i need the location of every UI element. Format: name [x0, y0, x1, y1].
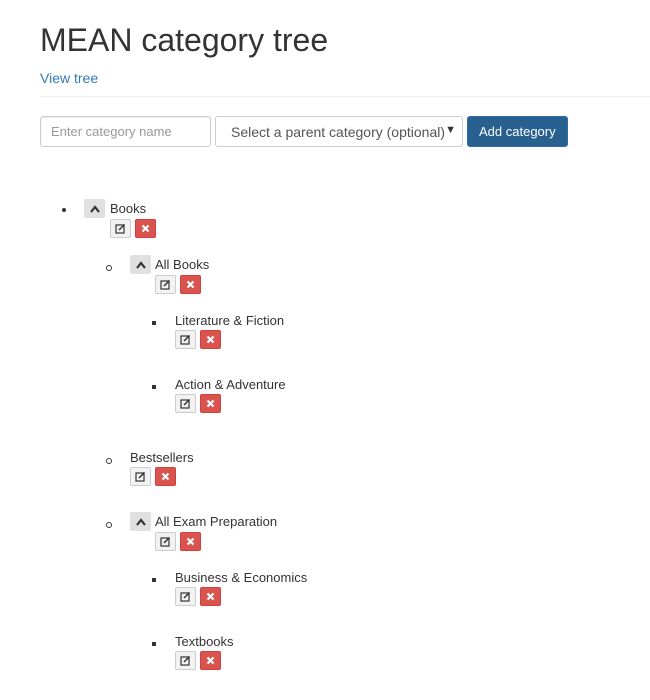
node-actions-textbooks: [175, 651, 221, 670]
edit-button[interactable]: [175, 394, 196, 413]
header-divider: [40, 96, 650, 97]
list-bullet: [152, 642, 156, 646]
list-bullet: [106, 265, 112, 271]
parent-category-select-value: Select a parent category (optional): [231, 123, 446, 140]
edit-button[interactable]: [130, 467, 151, 486]
delete-x-icon: [186, 280, 195, 289]
delete-x-icon: [206, 592, 215, 601]
collapse-button-all-books[interactable]: [130, 255, 151, 274]
edit-icon: [160, 279, 171, 290]
parent-category-select[interactable]: Select a parent category (optional) ▼: [215, 116, 463, 147]
list-bullet: [106, 522, 112, 528]
edit-icon: [115, 223, 126, 234]
edit-button[interactable]: [175, 587, 196, 606]
list-bullet: [106, 458, 112, 464]
list-bullet: [152, 321, 156, 325]
delete-x-icon: [206, 399, 215, 408]
node-actions-books: [110, 219, 156, 238]
collapse-button-books[interactable]: [84, 199, 105, 218]
node-label-textbooks: Textbooks: [175, 634, 234, 649]
chevron-up-icon: [89, 204, 100, 213]
edit-icon: [180, 591, 191, 602]
collapse-button-all-exam-preparation[interactable]: [130, 512, 151, 531]
list-bullet: [62, 208, 66, 212]
delete-button[interactable]: [180, 532, 201, 551]
delete-x-icon: [141, 224, 150, 233]
delete-x-icon: [206, 656, 215, 665]
node-label-bestsellers: Bestsellers: [130, 450, 194, 465]
delete-button[interactable]: [200, 651, 221, 670]
node-actions-all-books: [155, 275, 201, 294]
node-actions-action-adventure: [175, 394, 221, 413]
edit-button[interactable]: [155, 532, 176, 551]
delete-button[interactable]: [200, 330, 221, 349]
delete-button[interactable]: [200, 394, 221, 413]
add-category-form: Select a parent category (optional) ▼ Ad…: [40, 116, 568, 147]
chevron-up-icon: [135, 260, 146, 269]
view-tree-link[interactable]: View tree: [40, 70, 98, 86]
list-bullet: [152, 578, 156, 582]
add-category-button[interactable]: Add category: [467, 116, 568, 147]
edit-icon: [160, 536, 171, 547]
edit-icon: [180, 655, 191, 666]
node-actions-literature-fiction: [175, 330, 221, 349]
node-label-action-adventure: Action & Adventure: [175, 377, 286, 392]
delete-x-icon: [206, 335, 215, 344]
node-label-books: Books: [110, 201, 147, 216]
delete-button[interactable]: [135, 219, 156, 238]
edit-button[interactable]: [175, 651, 196, 670]
page-title: MEAN category tree: [40, 22, 329, 58]
node-actions-business-economics: [175, 587, 221, 606]
chevron-up-icon: [135, 517, 146, 526]
delete-x-icon: [186, 537, 195, 546]
delete-x-icon: [161, 472, 170, 481]
node-label-literature-fiction: Literature & Fiction: [175, 313, 285, 328]
select-caret-icon: ▼: [445, 124, 456, 136]
delete-button[interactable]: [180, 275, 201, 294]
edit-button[interactable]: [175, 330, 196, 349]
category-name-input[interactable]: [40, 116, 211, 147]
node-actions-all-exam-preparation: [155, 532, 201, 551]
edit-icon: [180, 398, 191, 409]
node-label-business-economics: Business & Economics: [175, 570, 308, 585]
node-actions-bestsellers: [130, 467, 176, 486]
edit-icon: [180, 334, 191, 345]
edit-icon: [135, 471, 146, 482]
node-label-all-books: All Books: [155, 257, 210, 272]
edit-button[interactable]: [110, 219, 131, 238]
delete-button[interactable]: [155, 467, 176, 486]
list-bullet: [152, 385, 156, 389]
delete-button[interactable]: [200, 587, 221, 606]
node-label-all-exam-preparation: All Exam Preparation: [155, 514, 278, 529]
edit-button[interactable]: [155, 275, 176, 294]
